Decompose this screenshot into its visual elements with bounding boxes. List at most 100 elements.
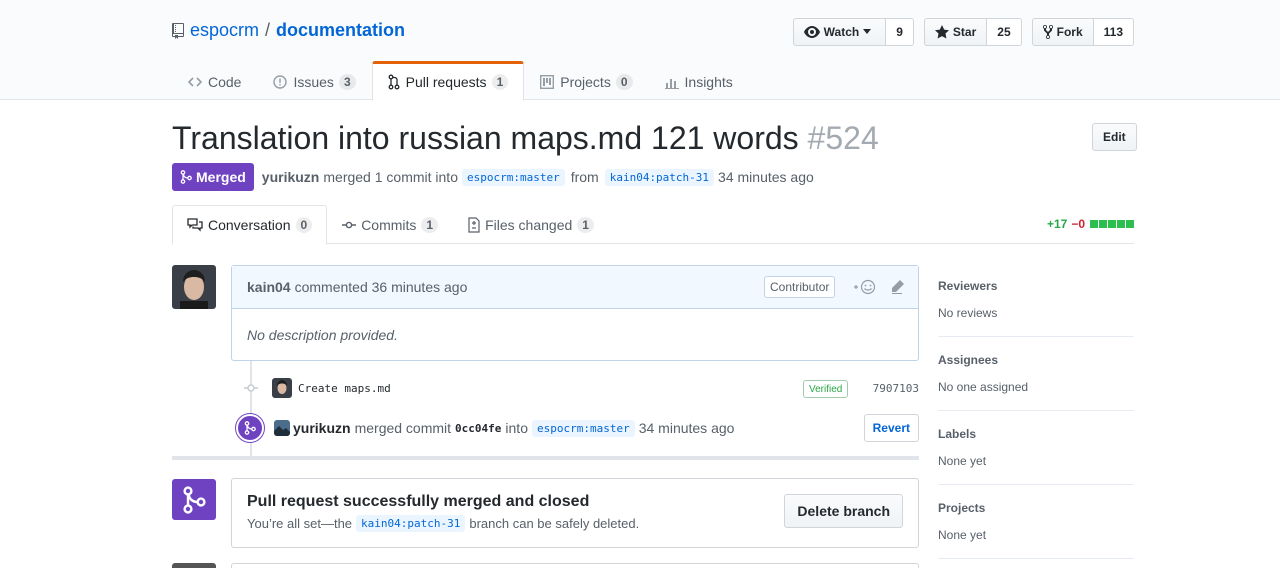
pr-tabs: Conversation 0 Commits 1 Files changed 1…	[172, 205, 1134, 245]
merger-link[interactable]: yurikuzn	[262, 169, 320, 185]
repo-icon	[172, 22, 184, 39]
merge-event-time: 34 minutes ago	[638, 420, 735, 436]
pr-title: Translation into russian maps.md 121 wor…	[172, 120, 879, 157]
project-icon	[540, 74, 555, 89]
commit-message-link[interactable]: Create maps.md	[298, 382, 391, 395]
diffstat-block	[1117, 220, 1125, 228]
diffstat-block	[1108, 220, 1116, 228]
sidebar-assignees[interactable]: Assignees No one assigned	[938, 337, 1134, 411]
commit-author-avatar[interactable]	[272, 378, 292, 398]
commit-dot-icon	[240, 383, 262, 393]
files-changed-counter: 1	[577, 216, 594, 233]
timeline-separator	[172, 456, 919, 460]
deletable-branch[interactable]: kain04:patch-31	[356, 515, 466, 532]
sidebar-value: No one assigned	[938, 380, 1029, 394]
base-branch[interactable]: espocrm:master	[461, 168, 565, 186]
star-button[interactable]: Star	[923, 18, 988, 46]
graph-icon	[664, 78, 679, 89]
pull-requests-counter: 1	[491, 74, 509, 90]
tab-conversation[interactable]: Conversation 0	[172, 205, 328, 245]
git-merge-icon	[183, 485, 206, 514]
tab-pull-requests[interactable]: Pull requests 1	[371, 61, 525, 101]
projects-counter: 0	[615, 73, 633, 90]
repo-title: espocrm / documentation	[172, 20, 405, 41]
fork-count[interactable]: 113	[1093, 18, 1134, 46]
sidebar-labels[interactable]: Labels None yet	[938, 411, 1134, 485]
merge-target-branch[interactable]: espocrm:master	[531, 419, 635, 437]
repo-name-link[interactable]: documentation	[276, 20, 405, 41]
file-diff-icon	[468, 216, 480, 233]
comment-discussion-icon	[187, 218, 203, 232]
star-group: Star 25	[923, 18, 1022, 46]
tab-issues[interactable]: Issues 3	[257, 61, 371, 100]
delete-branch-button[interactable]: Delete branch	[784, 494, 903, 528]
merge-sub-after: branch can be safely deleted.	[469, 516, 640, 531]
diffstat-bar	[1089, 220, 1134, 228]
sidebar-heading: Reviewers	[938, 279, 998, 293]
fork-button[interactable]: Fork	[1031, 18, 1094, 46]
sidebar-projects[interactable]: Projects None yet	[938, 485, 1134, 559]
merged-status-icon	[172, 479, 216, 520]
merge-actor-link[interactable]: yurikuzn	[293, 420, 351, 436]
diffstat-block	[1099, 220, 1107, 228]
pr-number: #524	[807, 120, 879, 156]
merge-sub-before: You’re all set—the	[247, 516, 353, 531]
tab-files-changed[interactable]: Files changed 1	[453, 205, 609, 244]
tab-issues-label: Issues	[293, 73, 334, 90]
merger-avatar[interactable]	[274, 420, 290, 436]
tab-insights-label: Insights	[684, 73, 733, 90]
state-badge: Merged	[172, 163, 254, 191]
comment-author[interactable]: kain04	[247, 279, 291, 295]
repo-header: espocrm / documentation Watch 9 Star 25 …	[0, 0, 1280, 101]
sidebar-reviewers[interactable]: Reviewers No reviews	[938, 263, 1134, 337]
sidebar-value: None yet	[938, 528, 987, 542]
sidebar-value: No reviews	[938, 306, 998, 320]
tab-code[interactable]: Code	[172, 61, 257, 100]
comment-time: commented 36 minutes ago	[294, 279, 468, 295]
from-text: from	[570, 169, 599, 185]
head-branch[interactable]: kain04:patch-31	[604, 168, 715, 186]
state-label: Merged	[196, 169, 246, 185]
commit-sha-link[interactable]: 7907103	[873, 382, 919, 395]
watch-label: Watch	[823, 25, 860, 39]
pr-sidebar: Reviewers No reviews Assignees No one as…	[938, 263, 1134, 559]
watch-button[interactable]: Watch	[792, 18, 887, 46]
tab-commits[interactable]: Commits 1	[327, 205, 453, 244]
star-count[interactable]: 25	[987, 18, 1022, 46]
issue-icon	[273, 74, 288, 89]
edit-title-button[interactable]: Edit	[1092, 123, 1137, 151]
pagehead-actions: Watch 9 Star 25 Fork 113	[792, 18, 1134, 46]
merge-commit-sha[interactable]: 0cc04fe	[455, 422, 501, 435]
tab-pull-requests-label: Pull requests	[405, 74, 487, 90]
next-comment-avatar[interactable]	[172, 563, 216, 568]
issues-counter: 3	[338, 73, 356, 90]
diffstat-block	[1126, 220, 1134, 228]
repo-separator: /	[265, 20, 271, 40]
diffstat-added: +17	[1046, 217, 1068, 231]
comment-box: kain04 commented 36 minutes ago Contribu…	[231, 265, 919, 361]
fork-group: Fork 113	[1031, 18, 1134, 46]
pr-meta: Merged yurikuzn merged 1 commit into esp…	[172, 163, 814, 191]
pr-title-text: Translation into russian maps.md 121 wor…	[172, 120, 799, 156]
verified-badge[interactable]: Verified	[803, 380, 849, 398]
code-icon	[188, 76, 202, 87]
repo-owner-link[interactable]: espocrm	[190, 20, 259, 41]
avatar-image	[172, 265, 216, 309]
watch-count[interactable]: 9	[886, 18, 914, 46]
contributor-label: Contributor	[764, 276, 836, 298]
sidebar-heading: Projects	[938, 501, 986, 515]
comment-actions	[852, 279, 904, 295]
revert-button[interactable]: Revert	[863, 414, 919, 442]
add-reaction-icon[interactable]	[852, 279, 876, 295]
pencil-icon[interactable]	[890, 280, 904, 294]
pull-request-icon	[388, 74, 400, 90]
caret-down-icon	[863, 29, 872, 34]
watch-group: Watch 9	[792, 18, 914, 46]
commenter-avatar[interactable]	[172, 265, 216, 309]
next-comment-box	[231, 563, 919, 568]
tab-projects[interactable]: Projects 0	[524, 61, 648, 100]
merge-into-text: into	[505, 420, 528, 436]
fork-icon	[1042, 24, 1053, 40]
tab-insights[interactable]: Insights	[649, 61, 749, 100]
conversation-counter: 0	[295, 217, 313, 233]
